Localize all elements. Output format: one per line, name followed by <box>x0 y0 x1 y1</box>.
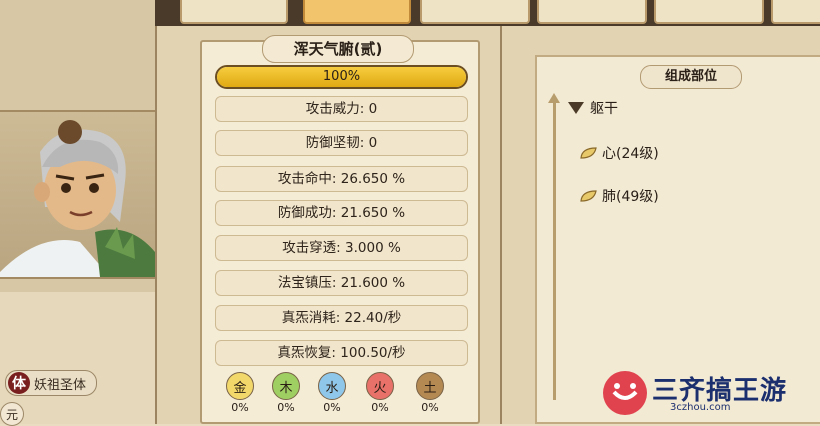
tab-4[interactable] <box>537 0 647 24</box>
element-earth: 土 0% <box>416 372 444 414</box>
water-value: 0% <box>323 401 341 414</box>
element-seal-icon: 元 <box>0 402 24 426</box>
earth-icon: 土 <box>416 372 444 400</box>
composition-title: 组成部位 <box>640 65 742 89</box>
stat-row: 攻击命中: 26.650 % <box>215 166 468 192</box>
earth-value: 0% <box>421 401 439 414</box>
tab-body[interactable] <box>180 0 288 24</box>
tab-5[interactable] <box>654 0 764 24</box>
tab-bar <box>155 0 820 26</box>
expand-triangle-icon[interactable] <box>568 102 584 114</box>
scrollbar-track[interactable] <box>553 100 556 400</box>
progress-label: 100% <box>322 69 361 84</box>
watermark-logo-icon <box>603 371 647 415</box>
physique-name: 妖祖圣体 <box>34 377 87 393</box>
wood-icon: 木 <box>272 372 300 400</box>
metal-value: 0% <box>231 401 249 414</box>
element-affinities: 金 0% 木 0% 水 0% 火 0% 土 0% <box>222 372 452 414</box>
element-water: 水 0% <box>318 372 346 414</box>
element-wood: 木 0% <box>272 372 300 414</box>
tab-active[interactable] <box>303 0 411 24</box>
stat-row: 攻击穿透: 3.000 % <box>215 235 468 261</box>
fire-value: 0% <box>371 401 389 414</box>
tree-item-lung[interactable]: 肺(49级) <box>580 186 659 206</box>
stat-row: 真炁消耗: 22.40/秒 <box>215 305 468 331</box>
tree-node-label: 躯干 <box>590 101 618 117</box>
organ-leaf-icon <box>580 147 597 159</box>
tree-item-label: 心(24级) <box>602 146 659 162</box>
fire-icon: 火 <box>366 372 394 400</box>
water-icon: 水 <box>318 372 346 400</box>
stat-row: 防御坚韧: 0 <box>215 130 468 156</box>
stat-row: 防御成功: 21.650 % <box>215 200 468 226</box>
tab-3[interactable] <box>420 0 530 24</box>
stat-row: 攻击威力: 0 <box>215 96 468 122</box>
watermark: 三齐搞王游 3czhou.com <box>600 364 820 424</box>
organ-title: 浑天气腑(贰) <box>262 35 414 63</box>
tree-item-label: 肺(49级) <box>602 189 659 205</box>
body-seal-icon: 体 <box>8 372 30 394</box>
watermark-url: 3czhou.com <box>670 402 731 413</box>
metal-icon: 金 <box>226 372 254 400</box>
physique-tag[interactable]: 体 妖祖圣体 <box>5 370 98 396</box>
progress-bar: 100% <box>215 65 468 89</box>
organ-leaf-icon <box>580 190 597 202</box>
stat-row: 法宝镇压: 21.600 % <box>215 270 468 296</box>
left-lower-panel <box>0 292 155 424</box>
tree-node-torso[interactable]: 躯干 <box>568 98 618 118</box>
element-fire: 火 0% <box>366 372 394 414</box>
wood-value: 0% <box>277 401 295 414</box>
stat-row: 真炁恢复: 100.50/秒 <box>215 340 468 366</box>
tree-item-heart[interactable]: 心(24级) <box>580 143 659 163</box>
character-portrait <box>0 110 155 279</box>
element-metal: 金 0% <box>226 372 254 414</box>
tab-6[interactable] <box>771 0 820 24</box>
